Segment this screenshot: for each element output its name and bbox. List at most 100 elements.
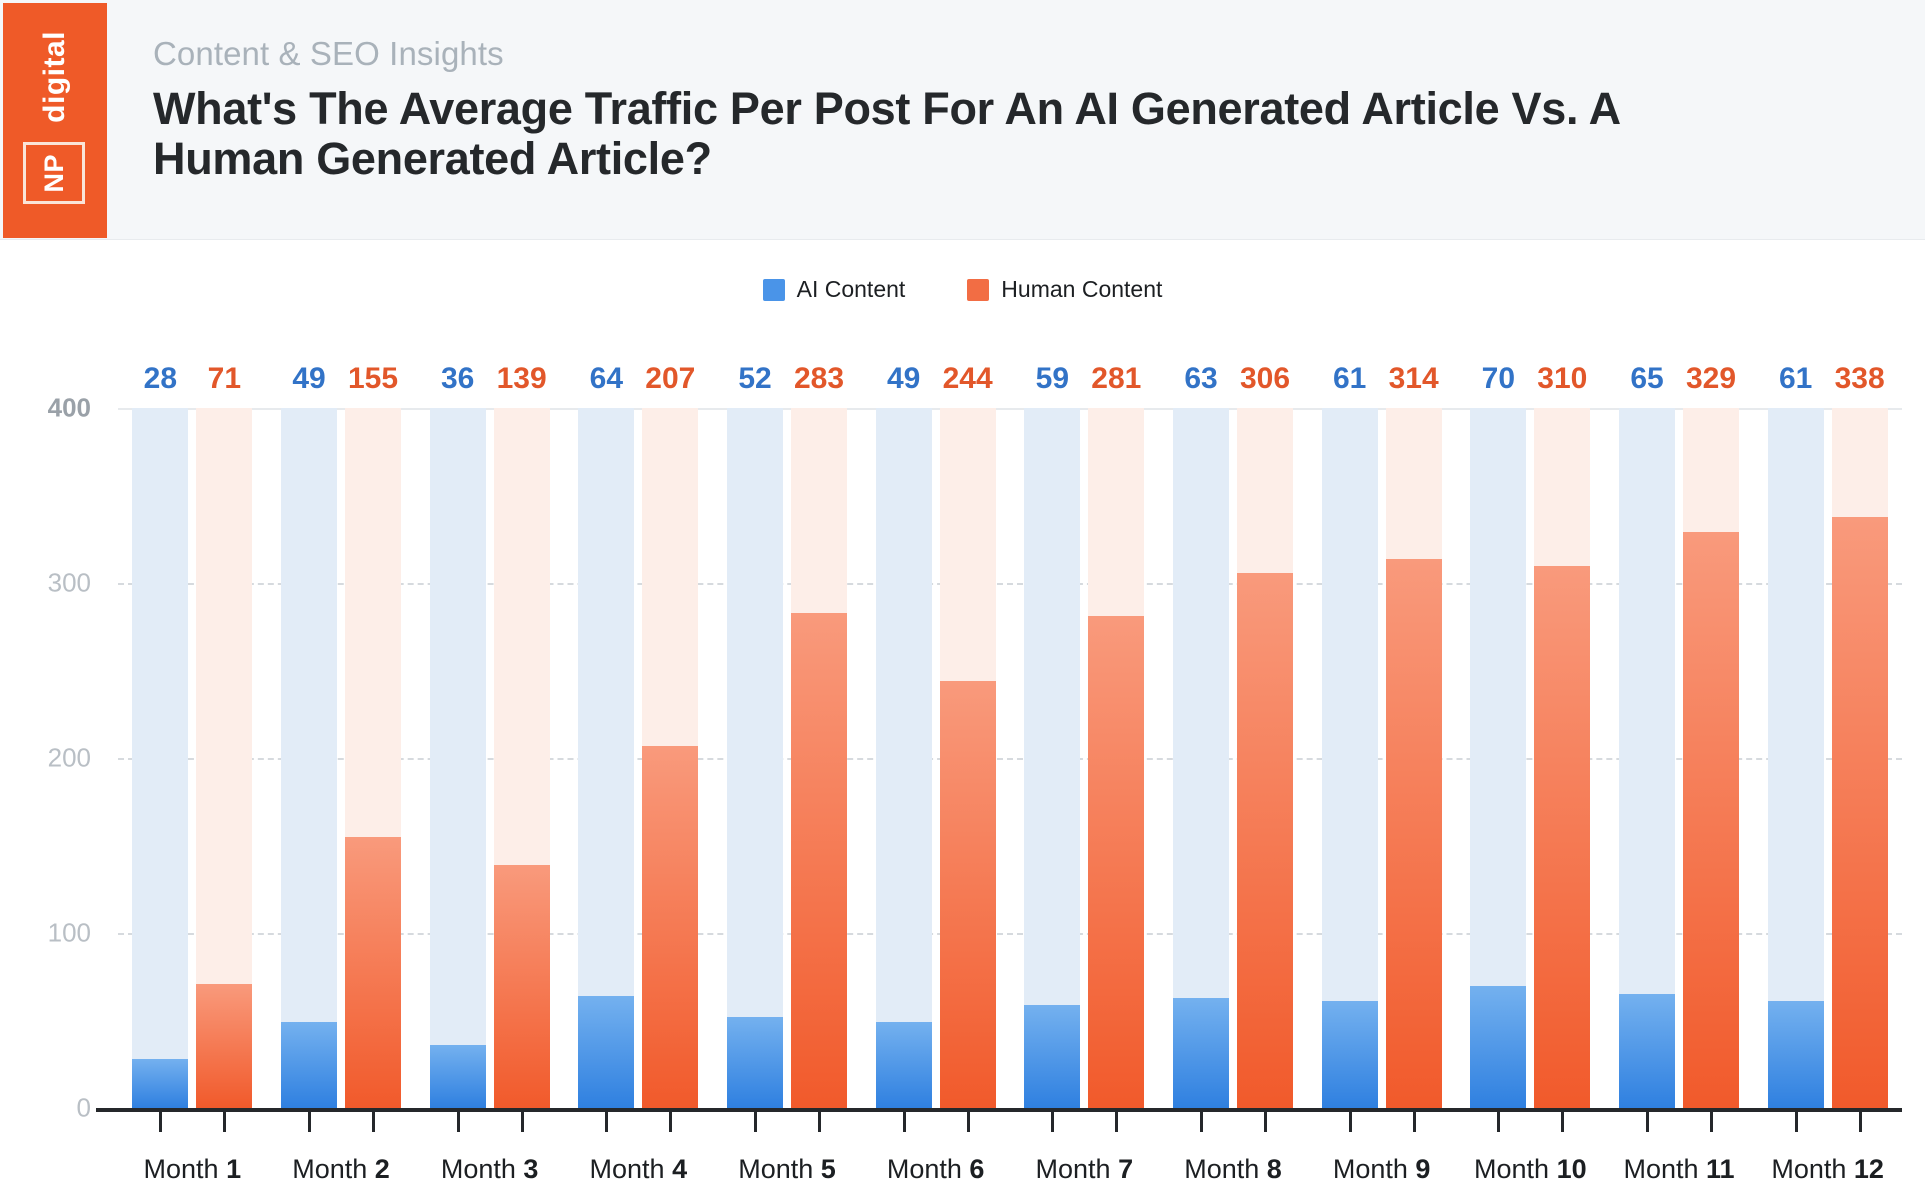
bar-value-label-human: 281 <box>1091 362 1142 395</box>
x-axis-category-label: Month 10 <box>1474 1154 1587 1184</box>
bar-ai[interactable] <box>429 1045 486 1108</box>
plot-area: 0 100 200 300 400 28 71 Month 1 49 155 Month 2 36 13… <box>48 362 1902 1184</box>
bar-slot-ai[interactable] <box>875 408 932 1108</box>
bar-value-label-human: 329 <box>1685 362 1737 395</box>
bar-ai[interactable] <box>1024 1004 1081 1108</box>
y-axis-label: 100 <box>47 917 91 948</box>
bar-value-label-ai: 63 <box>1184 362 1218 395</box>
bar-slot-human[interactable] <box>196 408 253 1108</box>
bar-human[interactable] <box>345 836 401 1108</box>
bar-ai[interactable] <box>281 1022 337 1108</box>
bar-slot-ai[interactable] <box>1321 408 1378 1108</box>
bar-human[interactable] <box>642 745 699 1108</box>
x-axis-tick <box>1858 1110 1862 1132</box>
bar-slot-ai[interactable] <box>1024 408 1081 1108</box>
bar-slot-human[interactable] <box>345 408 401 1108</box>
x-axis-tick <box>520 1110 524 1132</box>
x-axis-category-label: Month 6 <box>886 1154 985 1184</box>
x-axis-tick <box>1200 1110 1203 1132</box>
bar-human[interactable] <box>493 864 550 1108</box>
infographic-page: digital NP Content & SEO Insights What's… <box>0 0 1925 1185</box>
x-axis-tick <box>1646 1110 1649 1132</box>
bar-value-label-human: 244 <box>942 362 993 395</box>
bar-value-label-ai: 70 <box>1481 362 1516 395</box>
bar-slot-human[interactable] <box>1237 408 1293 1108</box>
x-axis-tick <box>223 1110 227 1132</box>
x-axis-category-label: Month 7 <box>1035 1154 1134 1184</box>
logo-np-mark: NP <box>23 142 85 204</box>
bar-group: 52 283 Month 5 <box>727 362 847 1184</box>
bar-slot-ai[interactable] <box>1173 408 1229 1108</box>
bar-track-ai <box>429 408 486 1108</box>
x-axis-tick <box>605 1110 609 1132</box>
bar-human[interactable] <box>1534 565 1591 1108</box>
bar-value-label-human: 139 <box>496 362 547 395</box>
bar-value-label-human: 283 <box>793 362 845 395</box>
bar-ai[interactable] <box>578 996 635 1108</box>
bar-slot-human[interactable] <box>642 408 699 1108</box>
bar-slot-ai[interactable] <box>281 408 337 1108</box>
bar-slot-human[interactable] <box>791 408 847 1108</box>
bar-human[interactable] <box>1385 558 1442 1108</box>
bar-ai[interactable] <box>1470 985 1527 1108</box>
legend-item-ai-content[interactable]: AI Content <box>762 278 905 301</box>
x-axis-category-label: Month 4 <box>589 1154 688 1184</box>
x-axis-tick <box>669 1110 673 1132</box>
bar-value-label-ai: 52 <box>738 362 772 395</box>
bar-human[interactable] <box>1088 616 1145 1108</box>
bar-slot-ai[interactable] <box>727 408 783 1108</box>
bar-group: 61 314 Month 9 <box>1321 362 1442 1184</box>
bar-slot-ai[interactable] <box>578 408 635 1108</box>
bar-ai[interactable] <box>875 1022 932 1108</box>
bar-value-label-human: 306 <box>1239 362 1291 395</box>
x-axis-category-label: Month 9 <box>1332 1154 1431 1184</box>
x-axis-baseline <box>96 1108 1902 1112</box>
bar-ai[interactable] <box>1619 994 1675 1108</box>
bar-ai[interactable] <box>132 1059 189 1108</box>
bar-track-ai <box>1024 408 1081 1108</box>
bar-track-ai <box>727 408 783 1108</box>
bar-slot-ai[interactable] <box>1767 408 1824 1108</box>
x-axis-tick <box>1561 1110 1565 1132</box>
bar-chart: 0 100 200 300 400 28 71 Month 1 49 155 Month 2 36 13… <box>0 330 1925 1184</box>
bar-group: 59 281 Month 7 <box>1024 362 1145 1184</box>
x-axis-tick <box>1264 1110 1267 1132</box>
bar-ai[interactable] <box>1173 997 1229 1108</box>
legend-swatch-icon <box>762 278 785 301</box>
x-axis-tick <box>372 1110 375 1132</box>
bar-slot-ai[interactable] <box>1619 408 1675 1108</box>
bar-slot-human[interactable] <box>1088 408 1145 1108</box>
bar-slot-human[interactable] <box>1385 408 1442 1108</box>
bar-human[interactable] <box>939 681 996 1108</box>
bar-slot-ai[interactable] <box>132 408 189 1108</box>
bar-slot-ai[interactable] <box>429 408 486 1108</box>
bar-slot-human[interactable] <box>1831 408 1888 1108</box>
bar-human[interactable] <box>791 612 847 1108</box>
bar-slot-human[interactable] <box>1683 408 1739 1108</box>
x-axis-tick <box>1051 1110 1055 1132</box>
bar-group: 70 310 Month 10 <box>1470 362 1591 1184</box>
bar-human[interactable] <box>1237 572 1293 1108</box>
bar-value-label-ai: 61 <box>1332 362 1367 395</box>
bar-slot-human[interactable] <box>939 408 996 1108</box>
bar-ai[interactable] <box>1321 1001 1378 1108</box>
bar-value-label-ai: 49 <box>292 362 326 395</box>
bar-human[interactable] <box>196 983 253 1108</box>
bar-human[interactable] <box>1683 532 1739 1108</box>
bar-ai[interactable] <box>1767 1001 1824 1108</box>
bar-slot-human[interactable] <box>1534 408 1591 1108</box>
legend-item-human-content[interactable]: Human Content <box>967 278 1162 301</box>
x-axis-tick <box>456 1110 460 1132</box>
x-axis-tick <box>1794 1110 1798 1132</box>
y-axis-label: 0 <box>76 1092 91 1123</box>
x-axis-category-label: Month 11 <box>1623 1154 1735 1184</box>
header: digital NP Content & SEO Insights What's… <box>0 0 1925 240</box>
bar-slot-ai[interactable] <box>1470 408 1527 1108</box>
bar-slot-human[interactable] <box>493 408 550 1108</box>
eyebrow-label: Content & SEO Insights <box>153 35 504 72</box>
bar-track-ai <box>132 408 189 1108</box>
x-axis-category-label: Month 3 <box>440 1154 539 1184</box>
bar-value-label-human: 71 <box>207 362 242 395</box>
bar-human[interactable] <box>1831 516 1888 1108</box>
bar-ai[interactable] <box>727 1017 783 1108</box>
